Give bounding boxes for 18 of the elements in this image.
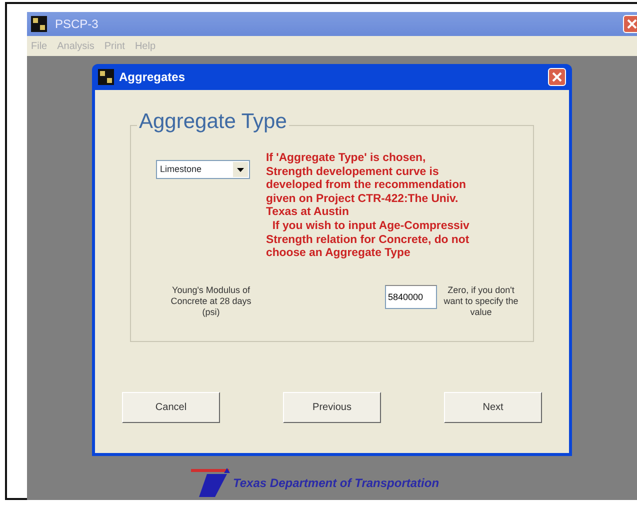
close-icon [552,72,562,82]
dialog-button[interactable]: Next [444,392,542,423]
close-button[interactable] [548,68,566,86]
app-icon [98,69,114,85]
logo-text: Texas Department of Transportation [233,475,440,492]
close-icon [627,19,637,29]
dialog-button[interactable]: Cancel [122,392,220,423]
window-title: PSCP-3 [55,16,98,33]
dialog-title: Aggregates [119,69,186,86]
dialog-button[interactable]: Previous [283,392,381,423]
aggregate-dropdown[interactable]: Limestone [156,160,250,179]
info-note: If 'Aggregate Type' is chosen, Strength developement curve is developed from the recommendation given on Project CTR-422:The Univ. Texas at Austin If you wish to input Age-Compressiv Strength relation for Concrete, do not choose an Aggregate Type [266,152,470,261]
close-button[interactable] [623,15,637,33]
caret-icon [237,168,244,172]
app-icon [31,16,47,32]
modulus-hint: Zero, if you don't want to specify the value [442,284,520,318]
modulus-label: Young's Modulus of Concrete at 28 days (psi) [170,284,252,318]
modulus-field[interactable]: 5840000 [385,284,437,309]
